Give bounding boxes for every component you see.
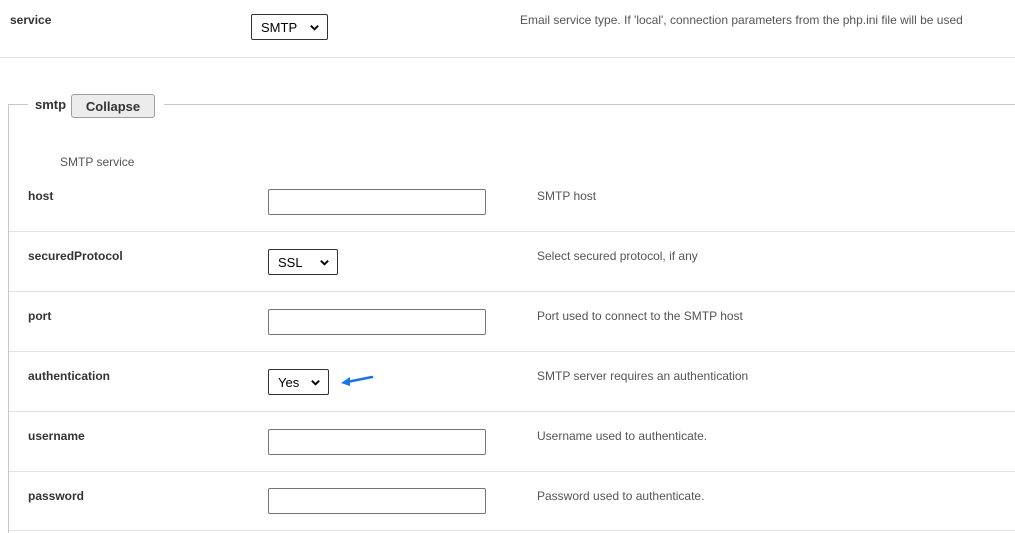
service-select-value: SMTP (261, 19, 298, 35)
fieldset-border-top-right (164, 104, 1015, 105)
divider (9, 411, 1015, 412)
password-label: password (28, 489, 85, 503)
username-input[interactable] (268, 429, 486, 455)
fieldset-border-left (8, 104, 9, 533)
divider (9, 471, 1015, 472)
arrow-left-icon (341, 375, 374, 386)
securedProtocol-select[interactable]: SSL (268, 249, 338, 275)
smtp-subtitle: SMTP service (60, 155, 135, 169)
divider (9, 231, 1015, 232)
securedProtocol-description: Select secured protocol, if any (537, 249, 698, 263)
port-description: Port used to connect to the SMTP host (537, 309, 743, 323)
host-description: SMTP host (537, 189, 597, 203)
port-label: port (28, 309, 52, 323)
chevron-down-icon (311, 380, 320, 386)
host-input[interactable] (268, 189, 486, 215)
password-input[interactable] (268, 488, 486, 514)
chevron-down-icon (310, 25, 319, 31)
divider (0, 57, 1015, 58)
authentication-select-value: Yes (278, 374, 300, 390)
service-select[interactable]: SMTP (251, 14, 328, 40)
host-label: host (28, 189, 54, 203)
authentication-select[interactable]: Yes (268, 369, 329, 395)
smtp-legend: smtp (35, 97, 67, 112)
service-label: service (10, 13, 52, 27)
authentication-description: SMTP server requires an authentication (537, 369, 749, 383)
collapse-button[interactable]: Collapse (71, 94, 155, 118)
securedProtocol-select-value: SSL (278, 254, 303, 270)
service-description: Email service type. If 'local', connecti… (520, 13, 963, 27)
port-input[interactable] (268, 309, 486, 335)
username-description: Username used to authenticate. (537, 429, 708, 443)
fieldset-border-top-left (8, 104, 28, 105)
chevron-down-icon (320, 260, 329, 266)
password-description: Password used to authenticate. (537, 489, 705, 503)
divider (9, 291, 1015, 292)
authentication-label: authentication (28, 369, 111, 383)
divider (9, 530, 1015, 531)
securedProtocol-label: securedProtocol (28, 249, 123, 263)
username-label: username (28, 429, 85, 443)
divider (9, 351, 1015, 352)
